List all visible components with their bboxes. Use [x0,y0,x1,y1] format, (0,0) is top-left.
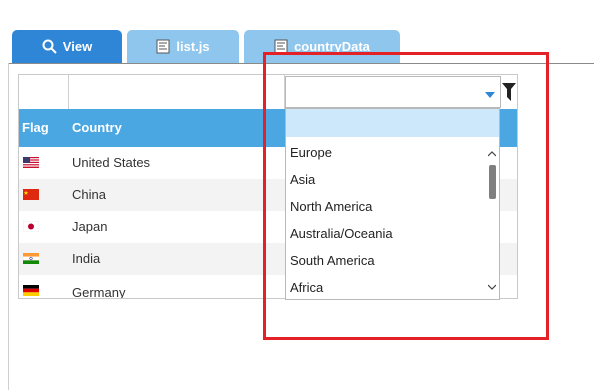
flag-filter-cell [19,75,69,109]
japan-flag-icon [23,221,39,232]
view-left-border [8,63,9,390]
tab-view[interactable]: View [12,30,122,63]
tab-list-js-label: list.js [176,39,210,54]
country-name: Germany [72,285,126,298]
document-icon [156,39,170,54]
search-icon [42,39,57,54]
country-name: China [72,187,106,202]
country-name: India [72,251,101,266]
india-flag-icon [23,253,39,264]
highlight-annotation-box [263,52,549,340]
tab-list-js[interactable]: list.js [127,30,239,63]
china-flag-icon [23,189,39,200]
tab-view-label: View [62,39,93,54]
column-header-flag[interactable]: Flag [22,109,49,147]
country-name: Japan [72,219,108,234]
country-filter-input[interactable] [69,75,285,109]
germany-flag-icon [23,285,39,296]
country-name: United States [72,155,151,170]
united-states-flag-icon [23,157,39,168]
column-header-country[interactable]: Country [72,109,122,147]
